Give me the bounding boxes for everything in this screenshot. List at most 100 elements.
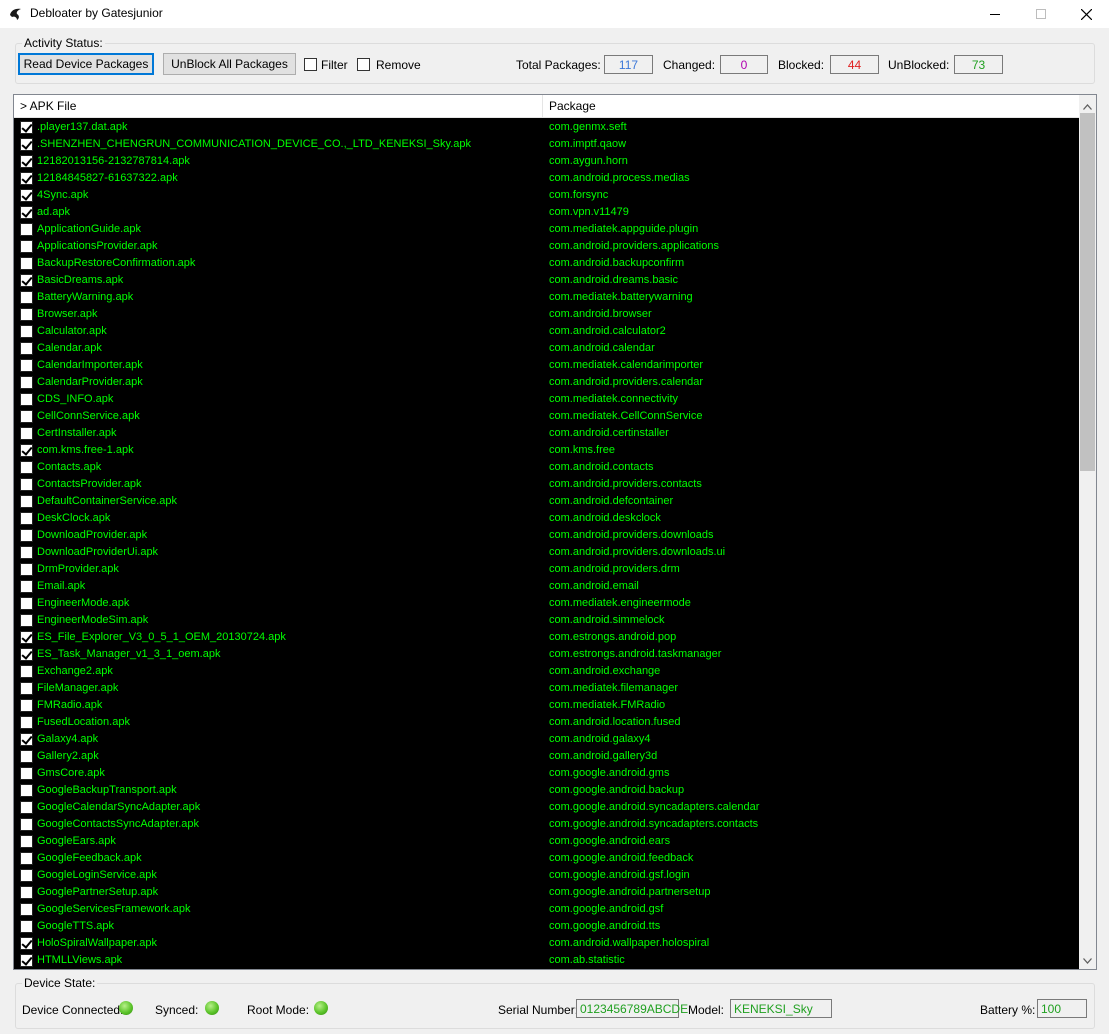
row-checkbox[interactable] [20, 274, 33, 287]
table-row[interactable]: CertInstaller.apk com.android.certinstall… [14, 425, 1078, 442]
row-checkbox[interactable] [20, 427, 33, 440]
table-row[interactable]: Email.apk com.android.email [14, 578, 1078, 595]
row-checkbox[interactable] [20, 478, 33, 491]
row-checkbox[interactable] [20, 121, 33, 134]
table-row[interactable]: DownloadProvider.apk com.android.provider… [14, 527, 1078, 544]
remove-checkbox[interactable] [357, 58, 370, 71]
row-checkbox[interactable] [20, 954, 33, 967]
table-row[interactable]: CellConnService.apk com.mediatek.CellConn… [14, 408, 1078, 425]
table-row[interactable]: 12182013156-2132787814.apk com.aygun.horn [14, 153, 1078, 170]
table-row[interactable]: BackupRestoreConfirmation.apk com.android… [14, 255, 1078, 272]
table-row[interactable]: ContactsProvider.apk com.android.provider… [14, 476, 1078, 493]
row-checkbox[interactable] [20, 750, 33, 763]
table-row[interactable]: GoogleCalendarSyncAdapter.apk com.google.… [14, 799, 1078, 816]
scroll-down-button[interactable] [1079, 952, 1096, 969]
table-row[interactable]: HoloSpiralWallpaper.apk com.android.wallp… [14, 935, 1078, 952]
row-checkbox[interactable] [20, 410, 33, 423]
table-row[interactable]: .SHENZHEN_CHENGRUN_COMMUNICATION_DEVICE_… [14, 136, 1078, 153]
table-row[interactable]: .player137.dat.apk com.genmx.seft [14, 119, 1078, 136]
row-checkbox[interactable] [20, 767, 33, 780]
row-checkbox[interactable] [20, 699, 33, 712]
table-row[interactable]: DefaultContainerService.apk com.android.d… [14, 493, 1078, 510]
row-checkbox[interactable] [20, 903, 33, 916]
row-checkbox[interactable] [20, 580, 33, 593]
table-row[interactable]: GoogleTTS.apk com.google.android.tts [14, 918, 1078, 935]
table-row[interactable]: com.kms.free-1.apk com.kms.free [14, 442, 1078, 459]
package-column-header[interactable]: Package [543, 95, 1071, 118]
row-checkbox[interactable] [20, 461, 33, 474]
row-checkbox[interactable] [20, 631, 33, 644]
close-button[interactable] [1063, 0, 1109, 28]
table-row[interactable]: DownloadProviderUi.apk com.android.provid… [14, 544, 1078, 561]
row-checkbox[interactable] [20, 512, 33, 525]
table-row[interactable]: Contacts.apk com.android.contacts [14, 459, 1078, 476]
table-row[interactable]: GoogleEars.apk com.google.android.ears [14, 833, 1078, 850]
table-row[interactable]: ad.apk com.vpn.v11479 [14, 204, 1078, 221]
row-checkbox[interactable] [20, 920, 33, 933]
row-checkbox[interactable] [20, 155, 33, 168]
table-row[interactable]: FMRadio.apk com.mediatek.FMRadio [14, 697, 1078, 714]
row-checkbox[interactable] [20, 546, 33, 559]
table-row[interactable]: Gallery2.apk com.android.gallery3d [14, 748, 1078, 765]
unblock-all-packages-button[interactable]: UnBlock All Packages [163, 53, 296, 75]
row-checkbox[interactable] [20, 172, 33, 185]
table-row[interactable]: Browser.apk com.android.browser [14, 306, 1078, 323]
row-checkbox[interactable] [20, 359, 33, 372]
table-row[interactable]: BasicDreams.apk com.android.dreams.basic [14, 272, 1078, 289]
table-row[interactable]: CDS_INFO.apk com.mediatek.connectivity [14, 391, 1078, 408]
row-checkbox[interactable] [20, 784, 33, 797]
row-checkbox[interactable] [20, 325, 33, 338]
row-checkbox[interactable] [20, 240, 33, 253]
row-checkbox[interactable] [20, 801, 33, 814]
table-row[interactable]: FileManager.apk com.mediatek.filemanager [14, 680, 1078, 697]
minimize-button[interactable] [972, 0, 1018, 28]
row-checkbox[interactable] [20, 597, 33, 610]
apk-file-column-header[interactable]: > APK File [14, 95, 543, 118]
row-checkbox[interactable] [20, 257, 33, 270]
row-checkbox[interactable] [20, 886, 33, 899]
table-row[interactable]: ES_File_Explorer_V3_0_5_1_OEM_20130724.a… [14, 629, 1078, 646]
table-row[interactable]: CalendarProvider.apk com.android.provider… [14, 374, 1078, 391]
table-row[interactable]: DeskClock.apk com.android.deskclock [14, 510, 1078, 527]
table-row[interactable]: GoogleServicesFramework.apk com.google.an… [14, 901, 1078, 918]
table-row[interactable]: Calculator.apk com.android.calculator2 [14, 323, 1078, 340]
row-checkbox[interactable] [20, 682, 33, 695]
table-row[interactable]: EngineerModeSim.apk com.android.simmelock [14, 612, 1078, 629]
package-list[interactable]: > APK File Package .player137.dat.apk com… [13, 94, 1097, 970]
row-checkbox[interactable] [20, 529, 33, 542]
row-checkbox[interactable] [20, 733, 33, 746]
row-checkbox[interactable] [20, 665, 33, 678]
table-row[interactable]: ApplicationsProvider.apk com.android.prov… [14, 238, 1078, 255]
table-row[interactable]: GoogleLoginService.apk com.google.android… [14, 867, 1078, 884]
table-row[interactable]: 12184845827-61637322.apk com.android.proc… [14, 170, 1078, 187]
row-checkbox[interactable] [20, 937, 33, 950]
row-checkbox[interactable] [20, 206, 33, 219]
table-row[interactable]: Calendar.apk com.android.calendar [14, 340, 1078, 357]
table-row[interactable]: ES_Task_Manager_v1_3_1_oem.apk com.estron… [14, 646, 1078, 663]
table-row[interactable]: GooglePartnerSetup.apk com.google.android… [14, 884, 1078, 901]
row-checkbox[interactable] [20, 835, 33, 848]
table-row[interactable]: HTMLLViews.apk com.ab.statistic [14, 952, 1078, 969]
row-checkbox[interactable] [20, 444, 33, 457]
row-checkbox[interactable] [20, 614, 33, 627]
table-row[interactable]: FusedLocation.apk com.android.location.fu… [14, 714, 1078, 731]
row-checkbox[interactable] [20, 716, 33, 729]
row-checkbox[interactable] [20, 495, 33, 508]
row-checkbox[interactable] [20, 376, 33, 389]
row-checkbox[interactable] [20, 869, 33, 882]
row-checkbox[interactable] [20, 138, 33, 151]
maximize-button[interactable] [1018, 0, 1064, 28]
table-row[interactable]: BatteryWarning.apk com.mediatek.batterywa… [14, 289, 1078, 306]
read-device-packages-button[interactable]: Read Device Packages [18, 53, 154, 75]
table-row[interactable]: GmsCore.apk com.google.android.gms [14, 765, 1078, 782]
scrollbar-thumb[interactable] [1080, 113, 1095, 471]
table-row[interactable]: GoogleContactsSyncAdapter.apk com.google.… [14, 816, 1078, 833]
table-row[interactable]: GoogleBackupTransport.apk com.google.andr… [14, 782, 1078, 799]
table-row[interactable]: GoogleFeedback.apk com.google.android.fee… [14, 850, 1078, 867]
row-checkbox[interactable] [20, 852, 33, 865]
table-row[interactable]: EngineerMode.apk com.mediatek.engineermod… [14, 595, 1078, 612]
row-checkbox[interactable] [20, 648, 33, 661]
row-checkbox[interactable] [20, 563, 33, 576]
table-row[interactable]: Exchange2.apk com.android.exchange [14, 663, 1078, 680]
table-row[interactable]: Galaxy4.apk com.android.galaxy4 [14, 731, 1078, 748]
